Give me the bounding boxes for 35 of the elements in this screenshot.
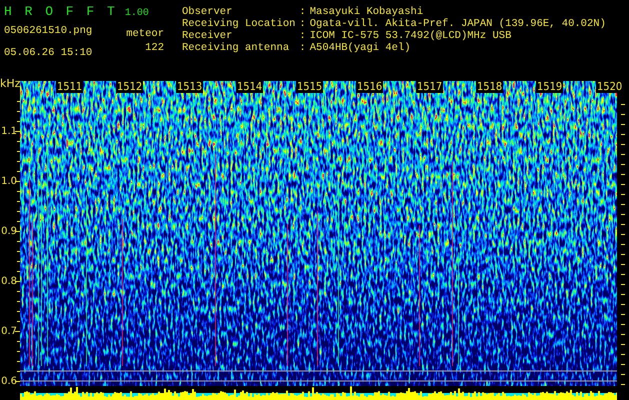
station-field-label: Receiver (182, 30, 234, 42)
app-version: 1.00 (124, 8, 149, 19)
time-label: 1519 (536, 81, 564, 93)
file-name: 0506261510.png (4, 25, 94, 37)
axis-label: 0.8 (1, 276, 17, 287)
time-label: 1516 (356, 81, 384, 93)
meteor-label: meteor (126, 28, 164, 40)
station-field-label: Receiving Location (182, 18, 296, 30)
time-label: 1512 (116, 81, 144, 93)
time-label: 1518 (476, 81, 504, 93)
time-label: 1520 (596, 81, 624, 93)
axis-label: 0.7 (1, 326, 17, 337)
field-separator: : (299, 18, 306, 30)
field-separator: : (299, 30, 306, 42)
axis-label: 1.1 (1, 126, 17, 137)
time-label: 1513 (176, 81, 204, 93)
station-field-value: Masayuki Kobayashi (310, 6, 424, 18)
time-label: 1517 (416, 81, 444, 93)
axis-label: 0.9 (1, 226, 17, 237)
app-title: H R O F F T (4, 4, 115, 19)
axis-unit: kHz (0, 78, 20, 89)
axis-label: 1.0 (1, 176, 17, 187)
station-field-value: ICOM IC-575 53.7492(@LCD)MHz USB (310, 30, 512, 42)
station-field-value: Ogata-vill. Akita-Pref. JAPAN (139.96E, 40.02N) (310, 18, 606, 30)
station-field-value: A504HB(yagi 4el) (310, 42, 412, 54)
meteor-count: 122 (145, 42, 164, 54)
field-separator: : (299, 42, 306, 54)
station-field-label: Receiving antenna (182, 42, 290, 54)
station-field-label: Observer (182, 6, 234, 18)
axis-label: 0.6 (1, 376, 17, 387)
date-time: 05.06.26 15:10 (4, 47, 94, 59)
time-label: 1515 (296, 81, 324, 93)
field-separator: : (299, 6, 306, 18)
time-label: 1514 (236, 81, 264, 93)
time-label: 1511 (56, 81, 84, 93)
